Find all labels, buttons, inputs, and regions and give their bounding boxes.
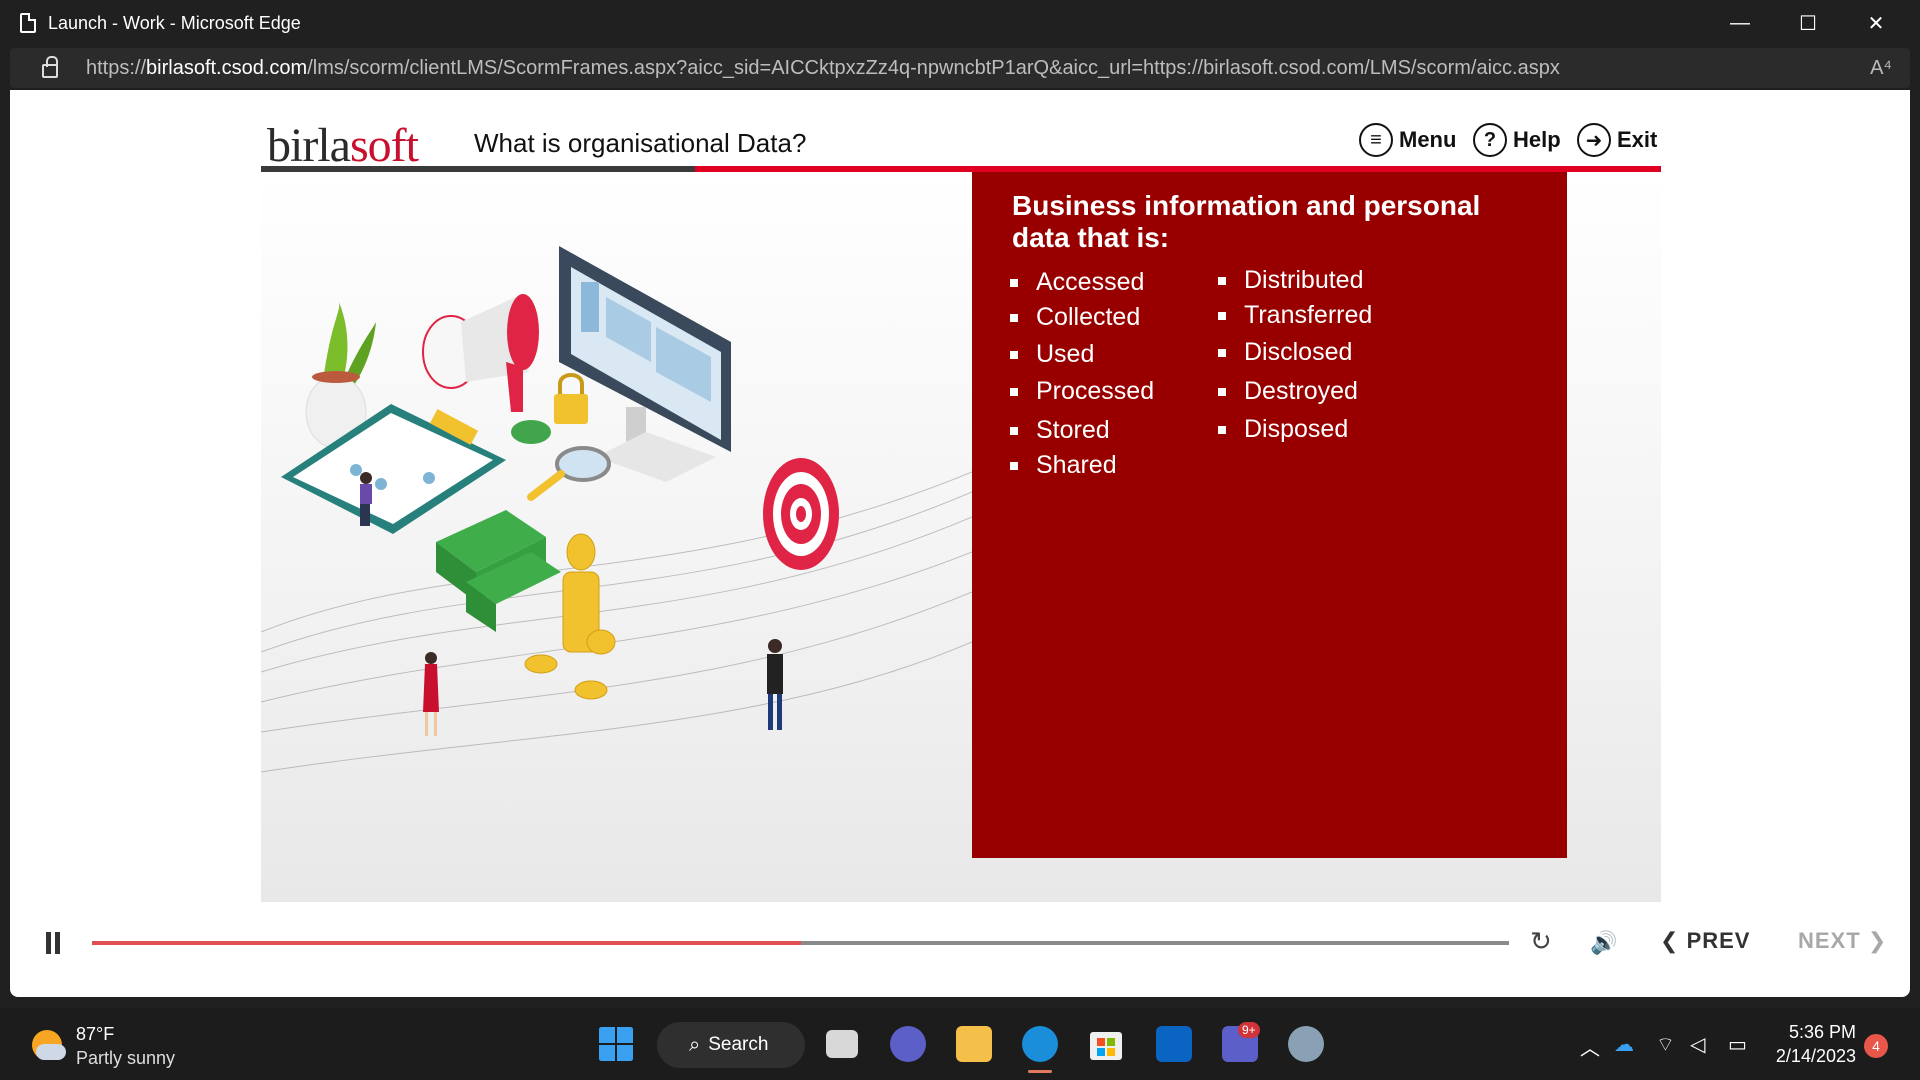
prev-button[interactable]: ❮ PREV — [1660, 928, 1750, 954]
progress-fill — [92, 941, 801, 945]
windows-start-icon[interactable] — [598, 1026, 634, 1062]
menu-label: Menu — [1399, 127, 1457, 152]
badge-icon — [511, 420, 551, 444]
settings-icon[interactable] — [1288, 1026, 1324, 1062]
birlasoft-logo: birlasoft — [267, 119, 419, 172]
exit-label: Exit — [1617, 127, 1658, 152]
woman-figure-icon — [423, 652, 439, 736]
active-app-indicator — [1028, 1070, 1052, 1073]
onedrive-icon[interactable]: ☁ — [1614, 1032, 1634, 1057]
clock-time[interactable]: 5:36 PM — [1782, 1022, 1856, 1043]
wifi-icon[interactable]: ⌔ — [1656, 1032, 1675, 1057]
web-content: birlasoft What is organisational Data? ≡… — [10, 90, 1910, 997]
window-title: Launch - Work - Microsoft Edge — [48, 12, 301, 33]
data-illustration — [261, 246, 972, 773]
help-button[interactable]: ? Help — [1473, 120, 1561, 160]
menu-icon: ≡ — [1359, 123, 1393, 157]
list-item: Disclosed — [1218, 338, 1352, 367]
list-item: Processed — [1010, 377, 1154, 406]
target-icon — [763, 458, 839, 570]
list-item: Destroyed — [1218, 377, 1358, 406]
chevron-up-icon[interactable]: ︿ — [1580, 1032, 1600, 1061]
list-item: Stored — [1010, 416, 1110, 445]
list-item: Disposed — [1218, 415, 1348, 444]
course-header: birlasoft What is organisational Data? ≡… — [261, 114, 1661, 172]
volume-icon[interactable]: 🔊 — [1590, 930, 1617, 956]
megaphone-icon — [422, 294, 539, 412]
man-figure-icon — [767, 639, 783, 730]
list-item: Collected — [1010, 303, 1140, 332]
close-button[interactable]: ✕ — [1842, 0, 1910, 46]
teams-badge: 9+ — [1238, 1022, 1260, 1038]
replay-icon[interactable]: ↻ — [1530, 926, 1552, 957]
taskbar-search[interactable]: ⌕ Search — [657, 1022, 805, 1068]
minimize-button[interactable]: — — [1706, 0, 1774, 46]
maximize-button[interactable]: ☐ — [1774, 0, 1842, 46]
taskbar: 87°F Partly sunny ⌕ Search 9+ ︿ ☁ ⌔ ◁ ▭ … — [0, 1008, 1920, 1080]
browser-titlebar: Launch - Work - Microsoft Edge — ☐ ✕ — [0, 0, 1920, 46]
page-icon — [20, 13, 36, 33]
panel-heading: Business information and personal data t… — [1012, 190, 1481, 253]
list-item: Transferred — [1218, 301, 1372, 330]
next-button[interactable]: NEXT ❯ — [1798, 928, 1887, 954]
clock-date[interactable]: 2/14/2023 — [1770, 1046, 1856, 1067]
chevron-right-icon: ❯ — [1867, 928, 1888, 953]
notification-badge[interactable]: 4 — [1864, 1034, 1888, 1058]
task-view-icon[interactable] — [826, 1030, 858, 1058]
temperature: 87°F — [76, 1024, 115, 1044]
info-panel: Business information and personal data t… — [972, 172, 1567, 858]
weather-description: Partly sunny — [76, 1048, 176, 1068]
exit-icon: ➜ — [1577, 123, 1611, 157]
help-icon: ? — [1473, 123, 1507, 157]
chat-icon[interactable] — [890, 1026, 926, 1062]
url-text[interactable]: https://birlasoft.csod.com/lms/scorm/cli… — [86, 57, 1560, 80]
pause-button[interactable] — [44, 932, 62, 954]
search-icon: ⌕ — [689, 1033, 701, 1056]
next-label: NEXT — [1798, 928, 1861, 953]
battery-icon[interactable]: ▭ — [1728, 1032, 1747, 1057]
store-icon[interactable] — [1088, 1026, 1124, 1062]
magnifier-icon — [527, 446, 611, 501]
list-item: Accessed — [1010, 268, 1144, 297]
padlock-icon — [554, 373, 588, 424]
slide-area: Business information and personal data t… — [261, 172, 1661, 902]
address-bar: https://birlasoft.csod.com/lms/scorm/cli… — [0, 46, 1920, 90]
read-aloud-icon[interactable]: A⁴ — [1870, 57, 1892, 80]
list-item: Distributed — [1218, 266, 1364, 295]
money-stack-icon — [436, 510, 561, 632]
player-controls: ↻ 🔊 ❮ PREV NEXT ❯ — [10, 900, 1910, 970]
url-field[interactable]: https://birlasoft.csod.com/lms/scorm/cli… — [10, 48, 1910, 88]
search-label: Search — [708, 1034, 769, 1055]
course-player: birlasoft What is organisational Data? ≡… — [261, 114, 1661, 902]
outlook-icon[interactable] — [1156, 1026, 1192, 1062]
chevron-left-icon: ❮ — [1660, 928, 1680, 953]
prev-label: PREV — [1686, 928, 1751, 953]
exit-button[interactable]: ➜ Exit — [1577, 120, 1657, 160]
edge-icon[interactable] — [1022, 1026, 1058, 1062]
menu-button[interactable]: ≡ Menu — [1359, 120, 1456, 160]
lock-icon[interactable] — [42, 56, 58, 78]
list-item: Used — [1010, 340, 1094, 369]
volume-icon[interactable]: ◁ — [1690, 1032, 1705, 1057]
progress-bar[interactable] — [92, 941, 1509, 945]
cloud-icon — [36, 1044, 66, 1060]
file-explorer-icon[interactable] — [956, 1026, 992, 1062]
page-title: What is organisational Data? — [474, 128, 807, 158]
list-item: Shared — [1010, 451, 1117, 480]
help-label: Help — [1513, 127, 1561, 152]
